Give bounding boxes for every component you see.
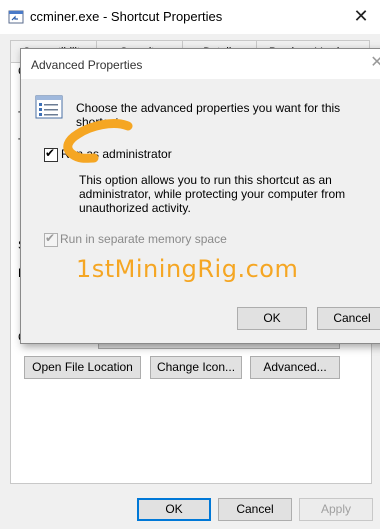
checkmark-icon: ✔ bbox=[45, 231, 56, 245]
checkmark-icon: ✔ bbox=[45, 146, 56, 160]
annotation-swoosh-icon bbox=[63, 119, 133, 163]
separate-memory-label[interactable]: Run in separate memory space bbox=[60, 232, 227, 246]
ok-button[interactable]: OK bbox=[137, 498, 211, 521]
separate-memory-checkbox[interactable]: ✔ bbox=[44, 231, 58, 247]
open-file-location-button[interactable]: Open File Location bbox=[24, 356, 141, 379]
window-title: ccminer.exe - Shortcut Properties bbox=[30, 9, 223, 24]
apply-button[interactable]: Apply bbox=[299, 498, 373, 521]
window-close-button[interactable]: ✕ bbox=[350, 5, 372, 27]
properties-list-icon bbox=[35, 95, 63, 119]
advanced-button[interactable]: Advanced... bbox=[250, 356, 340, 379]
dialog-title: Advanced Properties bbox=[31, 58, 143, 72]
dialog-cancel-button[interactable]: Cancel bbox=[317, 307, 380, 330]
run-as-admin-description: This option allows you to run this short… bbox=[79, 173, 346, 215]
advanced-properties-dialog: Advanced Properties ✕ Choose the advance… bbox=[20, 48, 380, 344]
shortcut-properties-window: ccminer.exe - Shortcut Properties ✕ Comp… bbox=[0, 0, 380, 529]
dialog-close-button[interactable]: ✕ bbox=[367, 53, 380, 73]
shortcut-file-icon bbox=[8, 10, 24, 24]
watermark-text: 1stMiningRig.com bbox=[76, 255, 299, 283]
title-bar: ccminer.exe - Shortcut Properties ✕ bbox=[0, 0, 380, 34]
run-as-admin-checkbox[interactable]: ✔ bbox=[44, 146, 58, 162]
dialog-ok-button[interactable]: OK bbox=[237, 307, 307, 330]
change-icon-button[interactable]: Change Icon... bbox=[150, 356, 242, 379]
cancel-button[interactable]: Cancel bbox=[218, 498, 292, 521]
